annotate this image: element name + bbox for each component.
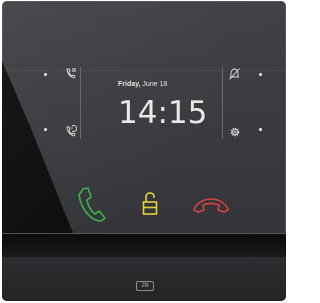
left-indicator-dot-top xyxy=(44,73,47,76)
date-label: Friday, June 18 xyxy=(118,81,167,88)
clock-time: 14:15 xyxy=(118,95,208,131)
date-rest: June 18 xyxy=(140,81,168,88)
missed-call-list-icon[interactable] xyxy=(65,67,77,81)
phone-answer-icon xyxy=(78,187,106,222)
left-divider xyxy=(80,67,81,139)
bell-off-icon[interactable] xyxy=(228,67,241,81)
lower-bezel-bar xyxy=(2,233,286,257)
bottom-bezel xyxy=(2,257,286,301)
screen-top-edge xyxy=(2,70,286,71)
settings-gear-icon[interactable] xyxy=(229,125,241,137)
phone-hangup-icon xyxy=(193,198,229,213)
hang-up-button[interactable] xyxy=(192,198,230,214)
right-indicator-dot-bottom xyxy=(259,128,262,131)
brand-logo: 2N xyxy=(136,281,154,291)
right-indicator-dot-top xyxy=(259,73,262,76)
answer-call-button[interactable] xyxy=(76,186,106,224)
left-indicator-dot-bottom xyxy=(44,128,47,131)
call-history-icon[interactable] xyxy=(64,124,78,138)
date-day: Friday, xyxy=(118,81,141,88)
unlock-door-button[interactable] xyxy=(142,192,158,216)
intercom-device: Friday, June 18 14:15 2N xyxy=(2,1,286,301)
right-divider xyxy=(222,67,223,139)
padlock-open-icon xyxy=(142,192,158,215)
bar-highlight xyxy=(2,233,286,234)
